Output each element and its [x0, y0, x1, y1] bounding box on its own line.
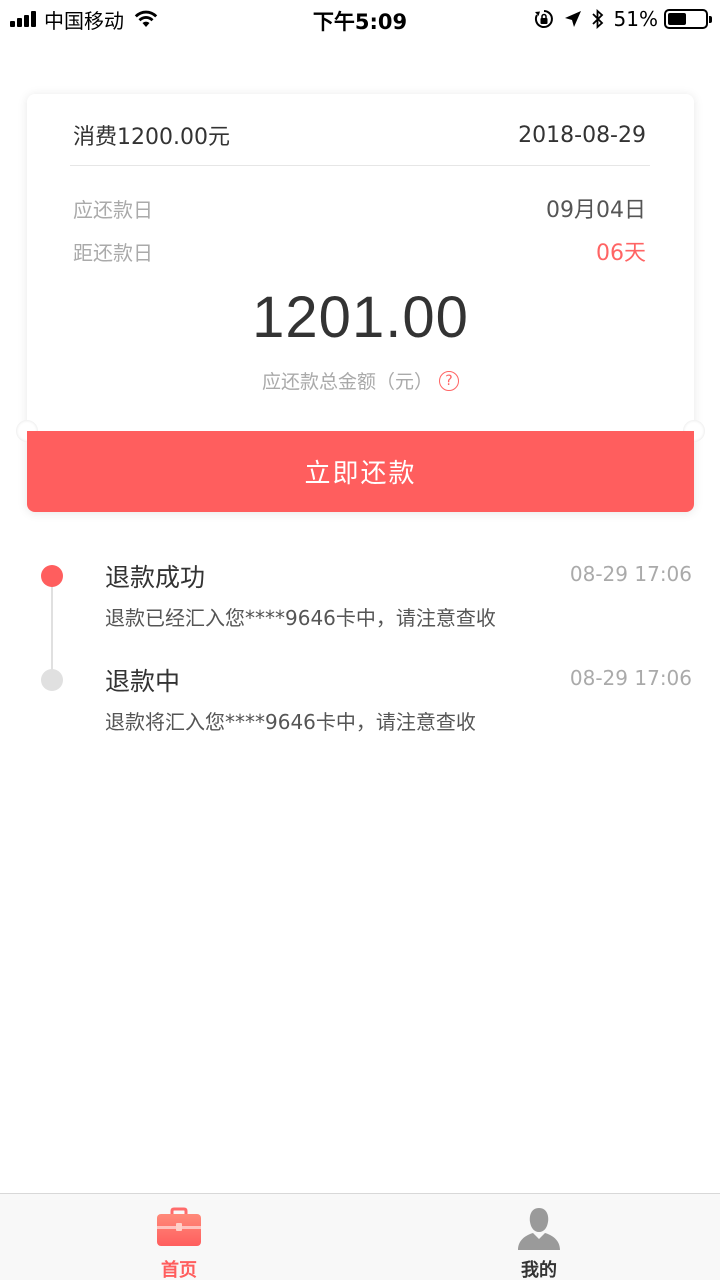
timeline-desc: 退款已经汇入您****9646卡中，请注意查收 — [105, 606, 496, 630]
tab-home[interactable]: 首页 — [99, 1194, 259, 1280]
user-icon — [518, 1208, 560, 1250]
timeline-dot-done — [41, 565, 63, 587]
days-left-value: 06天 — [596, 241, 646, 266]
tab-bar: 首页 我的 — [0, 1193, 720, 1280]
timeline-title: 退款中 — [105, 667, 181, 696]
briefcase-icon — [157, 1207, 201, 1246]
consume-row: 消费1200.00元 2018-08-29 — [73, 120, 646, 151]
timeline-time: 08-29 17:06 — [569, 562, 692, 586]
days-left-label: 距还款日 — [73, 240, 153, 265]
total-amount: 1201.00 — [252, 285, 469, 350]
days-left-row: 距还款日 06天 — [73, 236, 646, 267]
consume-amount: 消费1200.00元 — [73, 125, 230, 150]
status-right: 51% — [524, 7, 712, 31]
battery-percent: 51% — [613, 7, 658, 31]
battery-fill — [668, 13, 687, 25]
status-bar: 中国移动 下午5:09 51% — [0, 0, 720, 40]
location-arrow-icon — [564, 11, 581, 27]
question-circle-icon[interactable]: ? — [439, 370, 459, 391]
timeline-item: 退款中 08-29 17:06 退款将汇入您****9646卡中，请注意查收 — [0, 662, 720, 752]
repay-now-button[interactable]: 立即还款 — [27, 431, 694, 512]
card-divider — [70, 165, 650, 166]
due-date-label: 应还款日 — [73, 197, 153, 222]
total-amount-caption: 应还款总金额（元） ? — [27, 367, 694, 394]
due-date-value: 09月04日 — [546, 198, 646, 223]
refund-timeline: 退款成功 08-29 17:06 退款已经汇入您****9646卡中，请注意查收… — [0, 540, 720, 760]
bluetooth-icon — [591, 9, 603, 29]
battery-nub — [709, 16, 712, 23]
battery-icon — [664, 9, 712, 29]
bill-summary: 消费1200.00元 2018-08-29 应还款日 09月04日 距还款日 0… — [27, 94, 694, 431]
due-date-row: 应还款日 09月04日 — [73, 193, 646, 224]
bill-card: 消费1200.00元 2018-08-29 应还款日 09月04日 距还款日 0… — [16, 94, 705, 512]
timeline-time: 08-29 17:06 — [569, 666, 692, 690]
timeline-title: 退款成功 — [105, 563, 206, 592]
tab-mine-label: 我的 — [521, 1260, 557, 1280]
consume-date: 2018-08-29 — [518, 122, 646, 148]
timeline-item: 退款成功 08-29 17:06 退款已经汇入您****9646卡中，请注意查收 — [0, 558, 720, 648]
tab-home-label: 首页 — [161, 1260, 197, 1280]
total-amount-label: 应还款总金额（元） — [261, 371, 433, 393]
timeline-desc: 退款将汇入您****9646卡中，请注意查收 — [105, 710, 476, 734]
tab-mine[interactable]: 我的 — [459, 1194, 619, 1280]
timeline-dot-pending — [41, 669, 63, 691]
rotation-lock-icon — [534, 10, 553, 28]
